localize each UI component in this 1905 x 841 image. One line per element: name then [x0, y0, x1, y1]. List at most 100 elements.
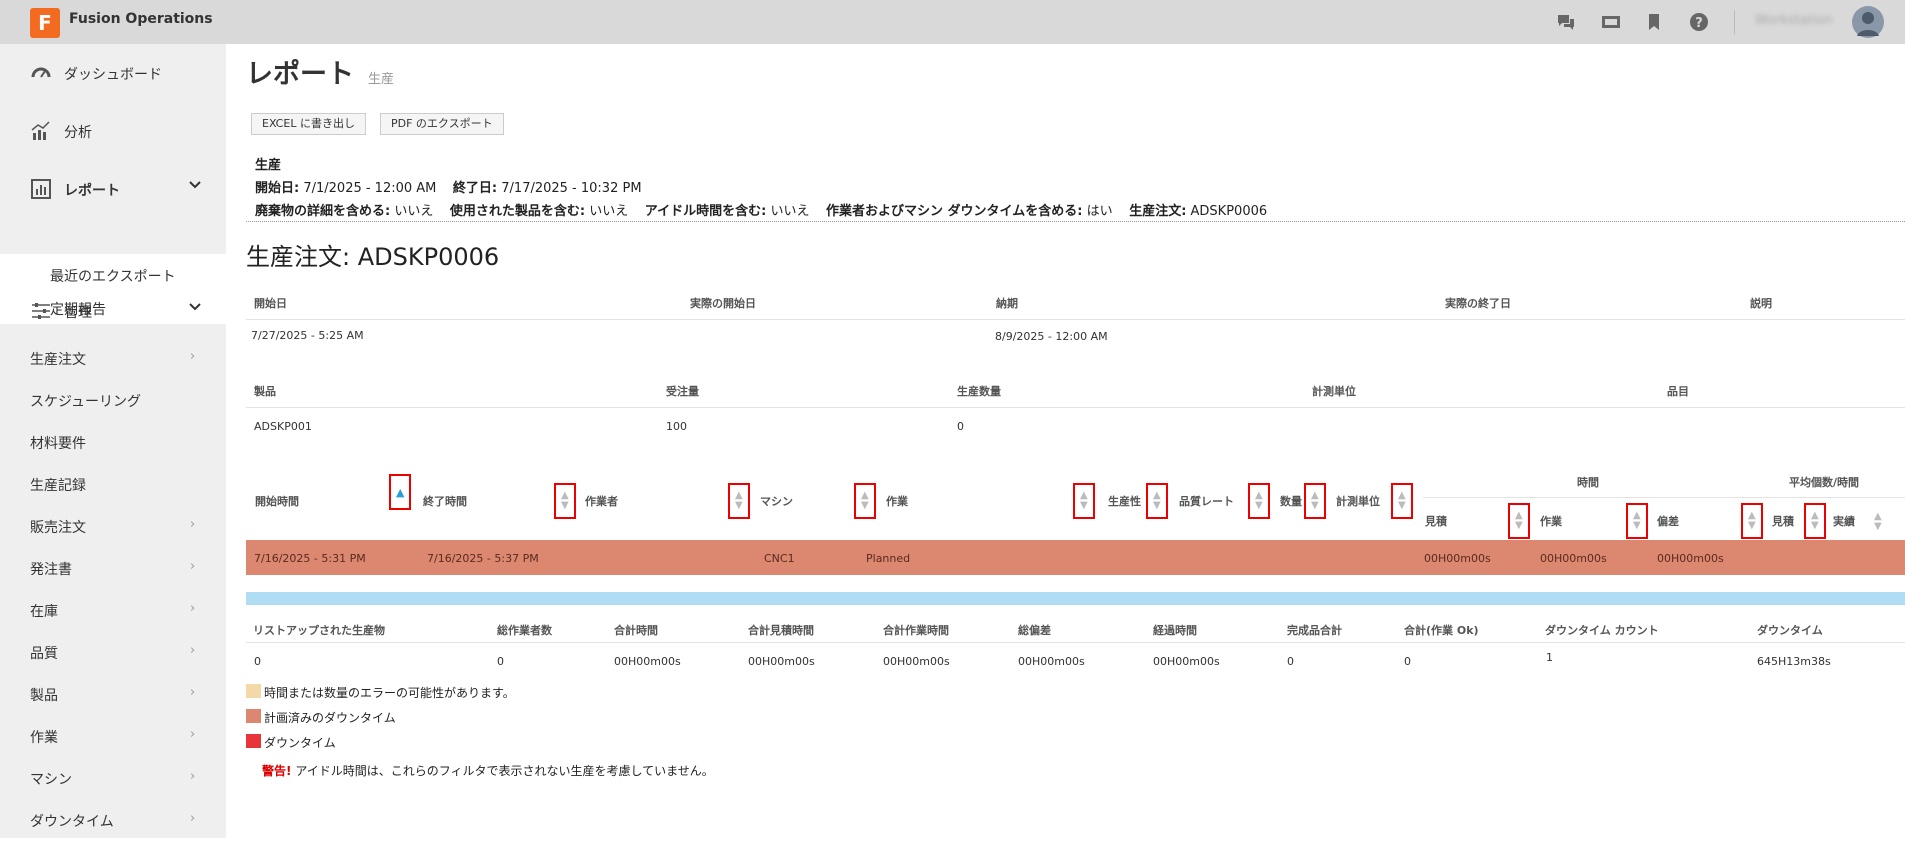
col-header-quality-rate[interactable]: 品質レート: [1179, 493, 1234, 509]
col-header-unit[interactable]: 計測単位: [1336, 493, 1380, 509]
sort-icon: ▲ ▼: [1515, 510, 1523, 531]
sidebar-item-products[interactable]: 製品 ›: [0, 675, 226, 715]
table1-header-description: 説明: [1750, 297, 1772, 310]
col-header-start-time[interactable]: 開始時間: [255, 493, 299, 509]
chat-icon[interactable]: [1556, 12, 1576, 32]
col-header-avg-estimate[interactable]: 見積: [1772, 513, 1794, 529]
col-header-productivity[interactable]: 生産性: [1108, 493, 1141, 509]
sort-icon: ▲ ▼: [1748, 510, 1756, 531]
order-title-label: 生産注文:: [246, 243, 351, 271]
sidebar-item-purchase-orders[interactable]: 発注書 ›: [0, 549, 226, 589]
sidebar-item-production-orders[interactable]: 生産注文 ›: [0, 339, 226, 379]
sidebar-item-dashboard[interactable]: ダッシュボード: [0, 44, 226, 102]
col-header-end-time[interactable]: 終了時間: [423, 493, 467, 509]
used-products-value: いいえ: [589, 204, 629, 219]
cell-machine: CNC1: [764, 552, 795, 565]
sort-icon: ▲ ▼: [735, 490, 743, 511]
sidebar-item-label: 作業: [30, 730, 58, 746]
sidebar-item-reports[interactable]: レポート: [0, 160, 226, 218]
sidebar-item-production-records[interactable]: 生産記録: [0, 465, 226, 505]
sidebar-item-quality[interactable]: 品質 ›: [0, 633, 226, 673]
sidebar-item-label: 在庫: [30, 604, 58, 620]
summary-header-downtime-count: ダウンタイム カウント: [1545, 624, 1659, 637]
page-subtitle: 生産: [368, 72, 395, 87]
cell-work: 00H00m00s: [1540, 552, 1607, 565]
start-date-value: 7/1/2025 - 12:00 AM: [303, 181, 437, 196]
avatar[interactable]: [1852, 6, 1884, 38]
summary-value-total-estimate: 00H00m00s: [748, 655, 815, 668]
end-date-value: 7/17/2025 - 10:32 PM: [501, 181, 642, 196]
sidebar-item-label: レポート: [64, 183, 120, 199]
col-header-work[interactable]: 作業: [1540, 513, 1562, 529]
chevron-right-icon: ›: [190, 559, 196, 574]
help-icon[interactable]: ?: [1689, 12, 1709, 32]
app-name[interactable]: Fusion Operations: [69, 11, 213, 27]
bookmark-icon[interactable]: [1644, 12, 1664, 32]
col-header-quantity[interactable]: 数量: [1280, 493, 1302, 509]
sort-button-machine[interactable]: ▲ ▼: [854, 483, 876, 519]
sidebar-item-sales-orders[interactable]: 販売注文 ›: [0, 507, 226, 547]
table2-header-unit: 計測単位: [1312, 385, 1356, 398]
display-icon[interactable]: [1601, 12, 1621, 32]
divider: [246, 319, 1905, 320]
sort-button-productivity[interactable]: ▲ ▼: [1146, 483, 1168, 519]
col-header-estimate[interactable]: 見積: [1425, 513, 1447, 529]
sort-button-avg-estimate[interactable]: ▲ ▼: [1804, 503, 1826, 539]
sidebar-item-material-requirements[interactable]: 材料要件: [0, 423, 226, 463]
table2-header-produced-qty: 生産数量: [957, 385, 1001, 398]
sidebar-item-analytics[interactable]: 分析: [0, 102, 226, 160]
chevron-down-icon[interactable]: [188, 178, 202, 196]
export-excel-button[interactable]: EXCEL に書き出し: [251, 113, 366, 135]
sidebar-item-downtime[interactable]: ダウンタイム ›: [0, 801, 226, 841]
sort-button-work[interactable]: ▲ ▼: [1626, 503, 1648, 539]
summary-value-total-time: 00H00m00s: [614, 655, 681, 668]
summary-header-total-work: 合計作業時間: [883, 624, 949, 637]
table-row[interactable]: 7/16/2025 - 5:31 PM 7/16/2025 - 5:37 PM …: [246, 540, 1905, 575]
col-header-avg-actual[interactable]: 実績: [1833, 513, 1855, 529]
sidebar-item-admin[interactable]: 管理: [0, 282, 226, 340]
chevron-down-icon[interactable]: [188, 300, 202, 318]
order-value: ADSKP0006: [1190, 204, 1268, 219]
topbar-separator: [1734, 10, 1735, 34]
sidebar-item-label: 発注書: [30, 562, 72, 578]
sort-button-unit[interactable]: ▲ ▼: [1391, 483, 1413, 519]
cell-deviation: 00H00m00s: [1657, 552, 1724, 565]
export-pdf-button[interactable]: PDF のエクスポート: [380, 113, 504, 135]
summary-value-total-work: 00H00m00s: [883, 655, 950, 668]
start-date-label: 開始日:: [255, 181, 300, 196]
sort-button-operation[interactable]: ▲ ▼: [1073, 483, 1095, 519]
table1-header-actual-start: 実際の開始日: [690, 297, 756, 310]
table1-header-due: 納期: [996, 297, 1018, 310]
sidebar-item-label: 品質: [30, 646, 58, 662]
user-name[interactable]: Workstation: [1755, 13, 1833, 28]
sort-button-start-time[interactable]: ▲: [389, 474, 411, 510]
sidebar-item-machines[interactable]: マシン ›: [0, 759, 226, 799]
col-header-operator[interactable]: 作業者: [585, 493, 618, 509]
sidebar-item-label: 製品: [30, 688, 58, 704]
sort-button-estimate[interactable]: ▲ ▼: [1508, 503, 1530, 539]
chevron-right-icon: ›: [190, 685, 196, 700]
sort-button-operator[interactable]: ▲ ▼: [728, 483, 750, 519]
sidebar: ダッシュボード 分析 レポート 最近のエクスポート 定期報告 管理 生産注文 ›…: [0, 44, 226, 838]
app-logo[interactable]: F: [30, 8, 60, 38]
col-header-machine[interactable]: マシン: [760, 493, 793, 509]
sort-button-deviation[interactable]: ▲ ▼: [1741, 503, 1763, 539]
legend-swatch: [246, 734, 261, 748]
sidebar-item-scheduling[interactable]: スケジューリング: [0, 381, 226, 421]
sort-button-quality-rate[interactable]: ▲ ▼: [1248, 483, 1270, 519]
chevron-right-icon: ›: [190, 811, 196, 826]
sidebar-item-label: 生産注文: [30, 352, 86, 368]
col-header-deviation[interactable]: 偏差: [1657, 513, 1679, 529]
sidebar-item-inventory[interactable]: 在庫 ›: [0, 591, 226, 631]
top-bar: F Fusion Operations ? Workstation: [0, 0, 1905, 44]
sort-icon[interactable]: ▲ ▼: [1874, 512, 1882, 532]
order-title-value: ADSKP0006: [357, 243, 500, 271]
col-header-operation[interactable]: 作業: [886, 493, 908, 509]
summary-value-total-ok: 0: [1404, 655, 1411, 668]
settings-sliders-icon: [30, 300, 52, 322]
sidebar-item-operations[interactable]: 作業 ›: [0, 717, 226, 757]
sort-button-quantity[interactable]: ▲ ▼: [1304, 483, 1326, 519]
table2-header-product: 製品: [254, 385, 276, 398]
chevron-right-icon: ›: [190, 349, 196, 364]
sort-button-end-time[interactable]: ▲ ▼: [554, 483, 576, 519]
